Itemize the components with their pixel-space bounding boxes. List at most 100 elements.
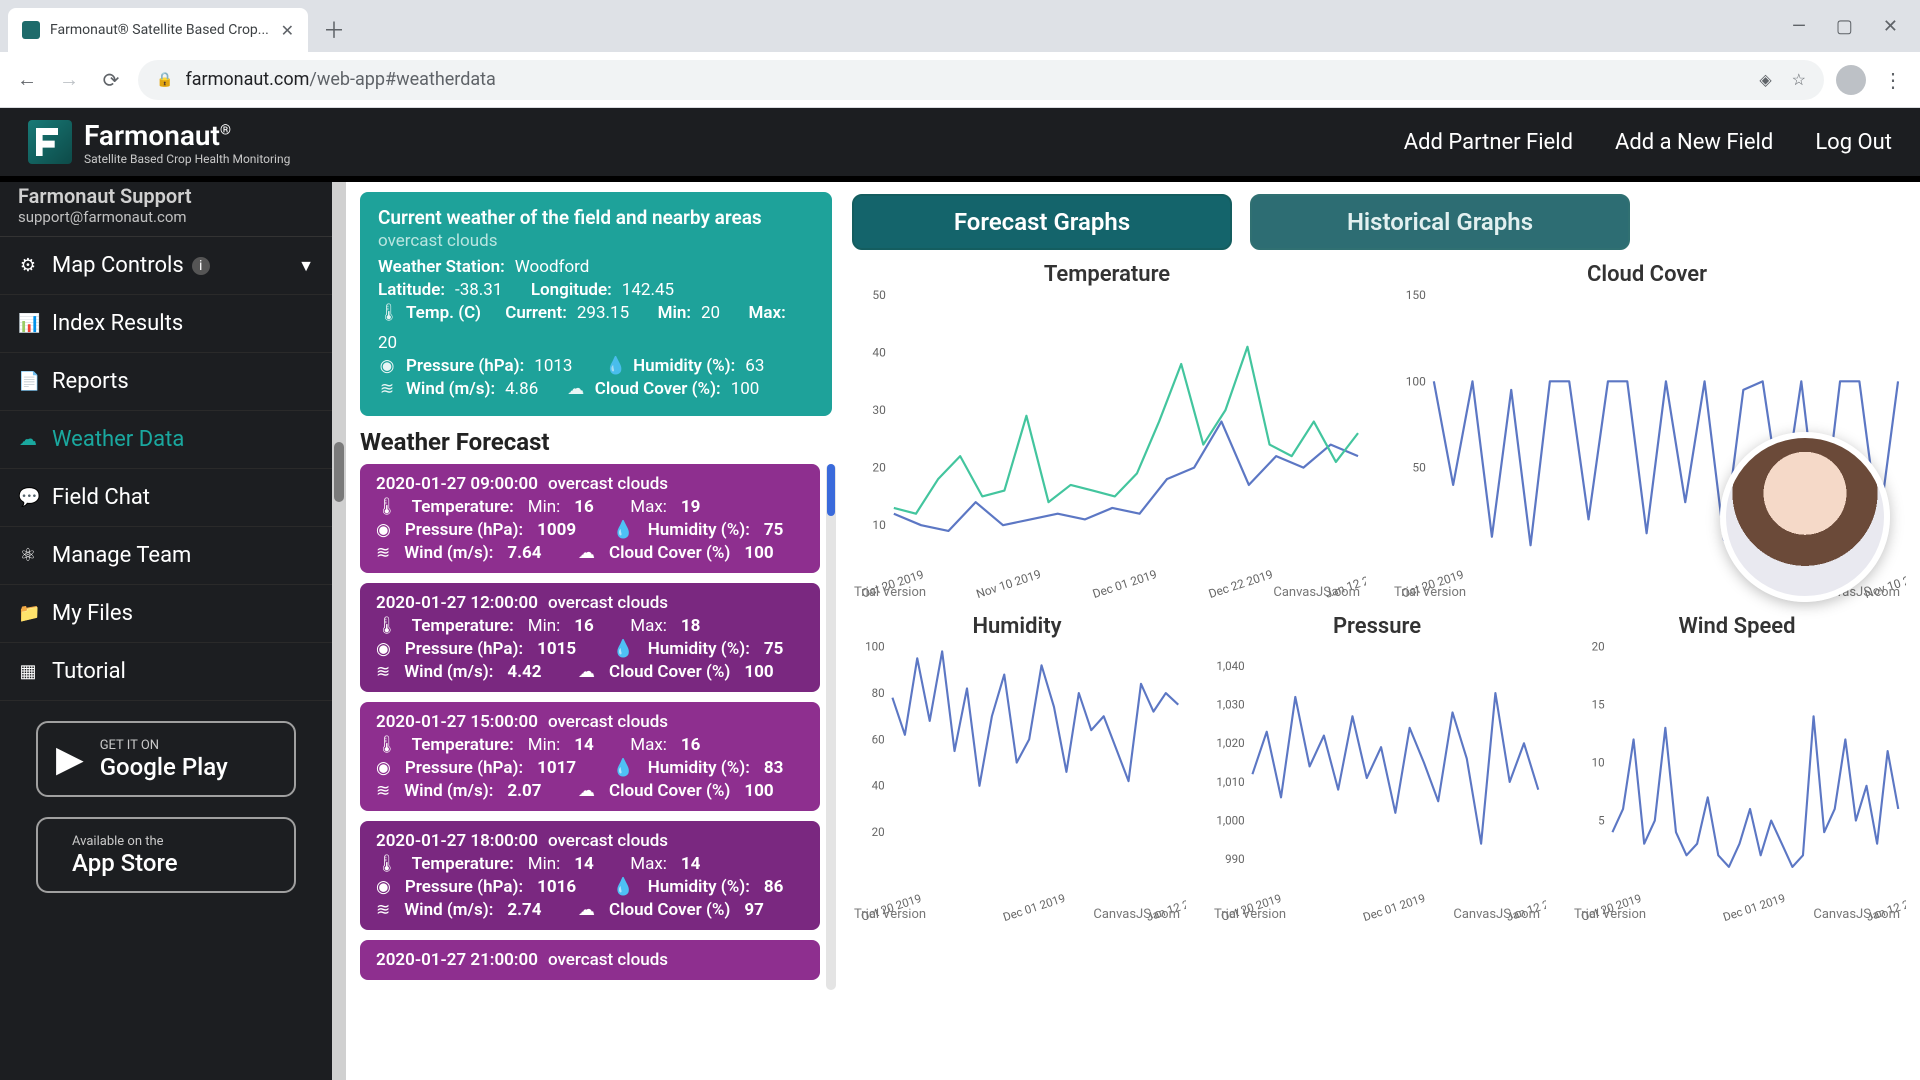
brand-logo[interactable]: Farmonaut® Satellite Based Crop Health M… — [28, 119, 290, 166]
svg-text:50: 50 — [1412, 461, 1426, 475]
svg-text:100: 100 — [1406, 374, 1426, 388]
svg-text:1,010: 1,010 — [1216, 775, 1244, 789]
browser-toolbar: ← → ⟳ 🔒 farmonaut.com/web-app#weatherdat… — [0, 52, 1920, 108]
forecast-list: 2020-01-27 09:00:00overcast clouds🌡Tempe… — [360, 464, 832, 990]
sidebar-item-index-results[interactable]: 📊 Index Results — [0, 295, 332, 353]
chevron-down-icon: ▼ — [298, 256, 314, 276]
humidity-icon: 💧 — [605, 356, 623, 376]
support-email: support@farmonaut.com — [18, 208, 314, 226]
forecast-scrollbar[interactable] — [826, 464, 836, 990]
thermometer-icon: 🌡 — [378, 303, 396, 323]
humidity-icon: 💧 — [613, 639, 634, 659]
sidebar-icon: 📄 — [18, 371, 38, 392]
humidity-icon: 💧 — [613, 877, 634, 897]
cloud-icon: ☁ — [578, 781, 595, 801]
reload-button[interactable]: ⟳ — [96, 65, 126, 95]
chart-temperature: Temperature1020304050Oct 20 2019Nov 10 2… — [848, 262, 1366, 606]
close-window-icon[interactable]: ✕ — [1883, 16, 1898, 37]
chart-title: Cloud Cover — [1388, 262, 1906, 287]
sidebar-item-label: Map Controls — [52, 253, 184, 278]
sidebar-icon: 📊 — [18, 313, 38, 334]
browser-tab[interactable]: Farmonaut® Satellite Based Crop... ✕ — [8, 8, 308, 52]
sidebar-icon: 📁 — [18, 603, 38, 624]
thermometer-icon: 🌡 — [376, 735, 398, 755]
browser-menu-icon[interactable]: ⋮ — [1878, 65, 1908, 95]
bookmark-icon[interactable]: ☆ — [1792, 70, 1806, 89]
svg-text:80: 80 — [872, 686, 885, 700]
sidebar-item-label: My Files — [52, 601, 133, 626]
sidebar-item-manage-team[interactable]: ⚛ Manage Team — [0, 527, 332, 585]
svg-text:Nov 10 2019: Nov 10 2019 — [975, 567, 1043, 601]
close-tab-icon[interactable]: ✕ — [281, 21, 294, 40]
forecast-card: 2020-01-27 18:00:00overcast clouds🌡Tempe… — [360, 821, 820, 930]
app-header: Farmonaut® Satellite Based Crop Health M… — [0, 108, 1920, 176]
cloud-icon: ☁ — [578, 543, 595, 563]
forecast-card: 2020-01-27 09:00:00overcast clouds🌡Tempe… — [360, 464, 820, 573]
sidebar-item-weather-data[interactable]: ☁Weather Data — [0, 411, 332, 469]
thermometer-icon: 🌡 — [376, 497, 398, 517]
humidity-icon: 💧 — [613, 520, 634, 540]
profile-avatar[interactable] — [1836, 65, 1866, 95]
current-weather-card: Current weather of the field and nearby … — [360, 192, 832, 416]
trial-watermark: Trial Version — [854, 585, 926, 600]
app-store-badge[interactable]: Available on theApp Store — [36, 817, 296, 893]
thermometer-icon: 🌡 — [376, 854, 398, 874]
canvasjs-watermark: CanvasJS.com — [1813, 907, 1900, 922]
chart-humidity: Humidity20406080100Oct 20 2019Dec 01 201… — [848, 614, 1186, 929]
chart-title: Humidity — [848, 614, 1186, 639]
content-area: Current weather of the field and nearby … — [346, 182, 1920, 1080]
logout-link[interactable]: Log Out — [1815, 130, 1892, 155]
sidebar-item-field-chat[interactable]: 💬Field Chat — [0, 469, 332, 527]
add-partner-field-link[interactable]: Add Partner Field — [1404, 130, 1573, 155]
cloud-icon: ☁ — [567, 379, 585, 399]
svg-text:30: 30 — [872, 403, 886, 417]
logo-icon — [28, 120, 72, 164]
google-play-badge[interactable]: ▶ GET IT ONGoogle Play — [36, 721, 296, 797]
sidebar-icon: ⚛ — [18, 545, 38, 566]
back-button[interactable]: ← — [12, 65, 42, 95]
brand-reg: ® — [220, 122, 231, 138]
sidebar-item-map-controls[interactable]: ⚙Map Controlsi▼ — [0, 237, 332, 295]
current-condition: overcast clouds — [378, 231, 814, 251]
current-heading: Current weather of the field and nearby … — [378, 206, 814, 229]
thermometer-icon: 🌡 — [376, 616, 398, 636]
svg-text:150: 150 — [1406, 288, 1426, 302]
pressure-icon: ◉ — [376, 877, 391, 897]
install-app-icon[interactable]: ◈ — [1759, 70, 1771, 89]
assistant-avatar[interactable] — [1720, 432, 1890, 602]
sidebar-item-tutorial[interactable]: ▦Tutorial — [0, 643, 332, 701]
chart-title: Pressure — [1208, 614, 1546, 639]
canvasjs-watermark: CanvasJS.com — [1093, 907, 1180, 922]
favicon — [22, 21, 40, 39]
address-bar[interactable]: 🔒 farmonaut.com/web-app#weatherdata ◈ ☆ — [138, 60, 1824, 100]
lock-icon: 🔒 — [156, 72, 173, 88]
sidebar-item-label: Index Results — [52, 311, 183, 336]
support-block: Farmonaut Support support@farmonaut.com — [0, 182, 332, 237]
svg-text:50: 50 — [872, 288, 886, 302]
support-title: Farmonaut Support — [18, 184, 314, 208]
sidebar-scrollbar[interactable] — [332, 182, 346, 1080]
svg-text:10: 10 — [1592, 755, 1605, 769]
svg-text:20: 20 — [872, 461, 886, 475]
wind-icon: ≋ — [376, 662, 390, 682]
new-tab-button[interactable]: ＋ — [318, 13, 350, 45]
chart-wind-speed: Wind Speed5101520Oct 20 2019Dec 01 2019J… — [1568, 614, 1906, 929]
sidebar-item-label: Tutorial — [52, 659, 126, 684]
sidebar-item-label: Manage Team — [52, 543, 191, 568]
canvasjs-watermark: CanvasJS.com — [1273, 585, 1360, 600]
cloud-icon: ☁ — [578, 662, 595, 682]
forecast-title: Weather Forecast — [360, 428, 832, 456]
forecast-card: 2020-01-27 21:00:00overcast clouds — [360, 940, 820, 980]
sidebar-item-reports[interactable]: 📄Reports — [0, 353, 332, 411]
add-new-field-link[interactable]: Add a New Field — [1615, 130, 1773, 155]
sidebar-item-my-files[interactable]: 📁 My Files — [0, 585, 332, 643]
tab-historical-graphs[interactable]: Historical Graphs — [1250, 194, 1630, 250]
sidebar-icon: ☁ — [18, 429, 38, 450]
svg-text:1,000: 1,000 — [1216, 813, 1244, 827]
svg-text:40: 40 — [872, 346, 886, 360]
tab-forecast-graphs[interactable]: Forecast Graphs — [852, 194, 1232, 250]
wind-icon: ≋ — [376, 781, 390, 801]
minimize-icon[interactable]: — — [1792, 16, 1806, 37]
maximize-icon[interactable]: ▢ — [1836, 16, 1853, 37]
forward-button[interactable]: → — [54, 65, 84, 95]
